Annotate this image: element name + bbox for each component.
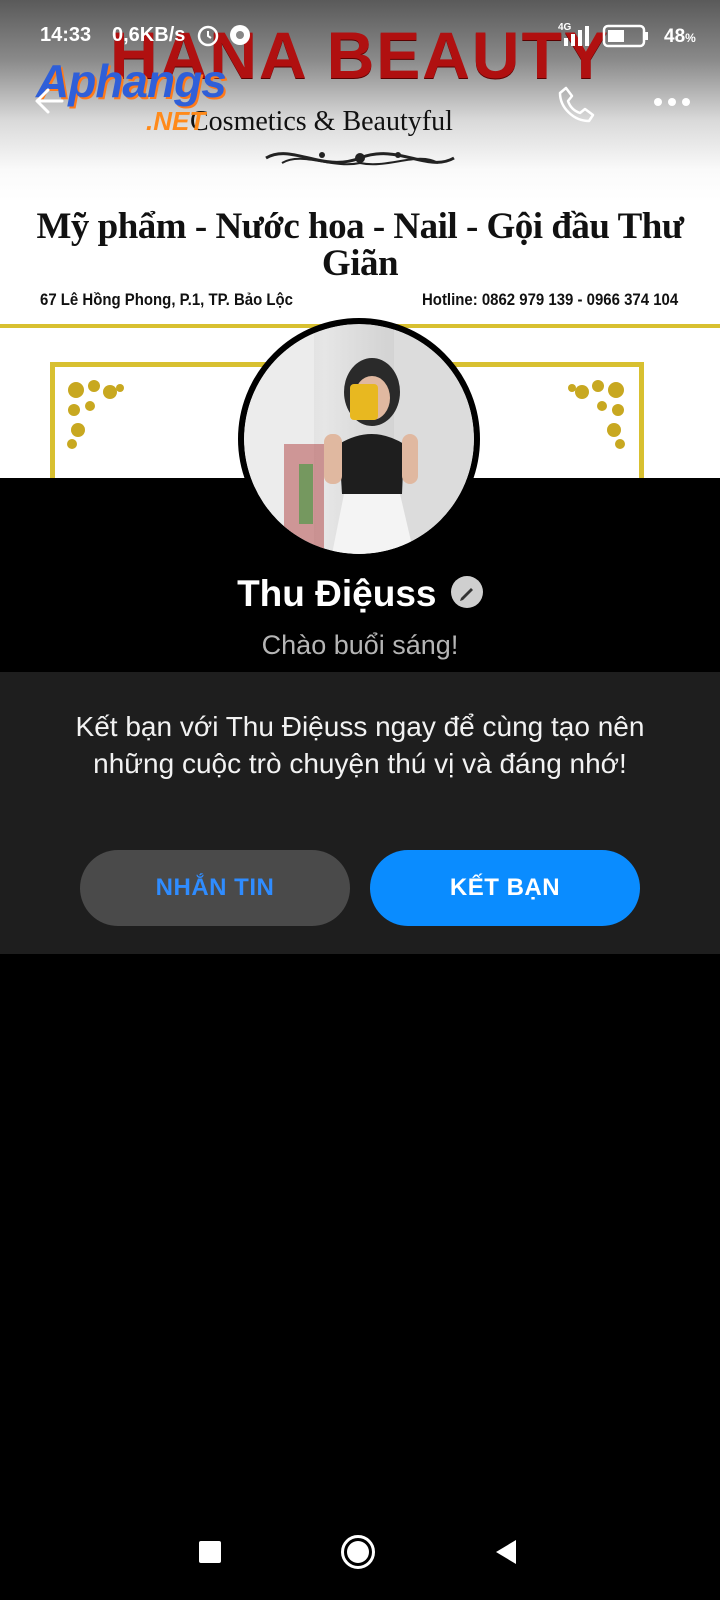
svg-text:4G: 4G [558, 22, 572, 33]
triangle-back-icon[interactable] [494, 1538, 518, 1566]
services-text: Mỹ phẩm - Nước hoa - Nail - Gội đầu Thư … [36, 206, 684, 284]
floral-corner-icon [67, 380, 124, 449]
profile-photo-figure [244, 324, 474, 554]
more-horizontal-icon[interactable] [652, 94, 692, 110]
back-arrow-icon[interactable] [32, 84, 66, 118]
avatar-photo [244, 324, 474, 554]
profile-name-row: Thu Điệuss [0, 573, 720, 619]
watermark-suffix: .NET [146, 106, 206, 136]
hotline-text: Hotline: 0862 979 139 - 0966 374 104 [422, 290, 679, 309]
invite-message: Kết bạn với Thu Điệuss ngay để cùng tạo … [75, 711, 645, 779]
profile-name: Thu Điệuss [237, 573, 437, 614]
pencil-icon[interactable] [450, 576, 483, 608]
address-text: 67 Lê Hồng Phong, P.1, TP. Bảo Lộc [40, 290, 293, 309]
system-nav-bar [0, 1520, 720, 1600]
message-button[interactable]: NHẮN TIN [80, 850, 350, 926]
avatar[interactable] [238, 318, 480, 560]
phone-icon[interactable] [556, 84, 596, 124]
add-friend-button[interactable]: KẾT BẠN [370, 850, 640, 926]
alarm-icon [197, 25, 250, 47]
floral-corner-icon [568, 380, 625, 449]
square-icon[interactable] [198, 1540, 222, 1564]
status-net-speed: 0,6KB/s [112, 24, 186, 46]
battery-level: 48% [664, 26, 696, 47]
greeting-text: Chào buổi sáng! [261, 630, 459, 660]
ornament-icon [265, 152, 455, 166]
status-bar: 14:33 0,6KB/s 4G 48% [0, 0, 720, 70]
brand-subtitle: Cosmetics & Beautyful [190, 106, 453, 137]
friend-invite-panel: Kết bạn với Thu Điệuss ngay để cùng tạo … [0, 672, 720, 954]
status-time: 14:33 [40, 24, 92, 46]
circle-icon[interactable] [340, 1534, 376, 1570]
